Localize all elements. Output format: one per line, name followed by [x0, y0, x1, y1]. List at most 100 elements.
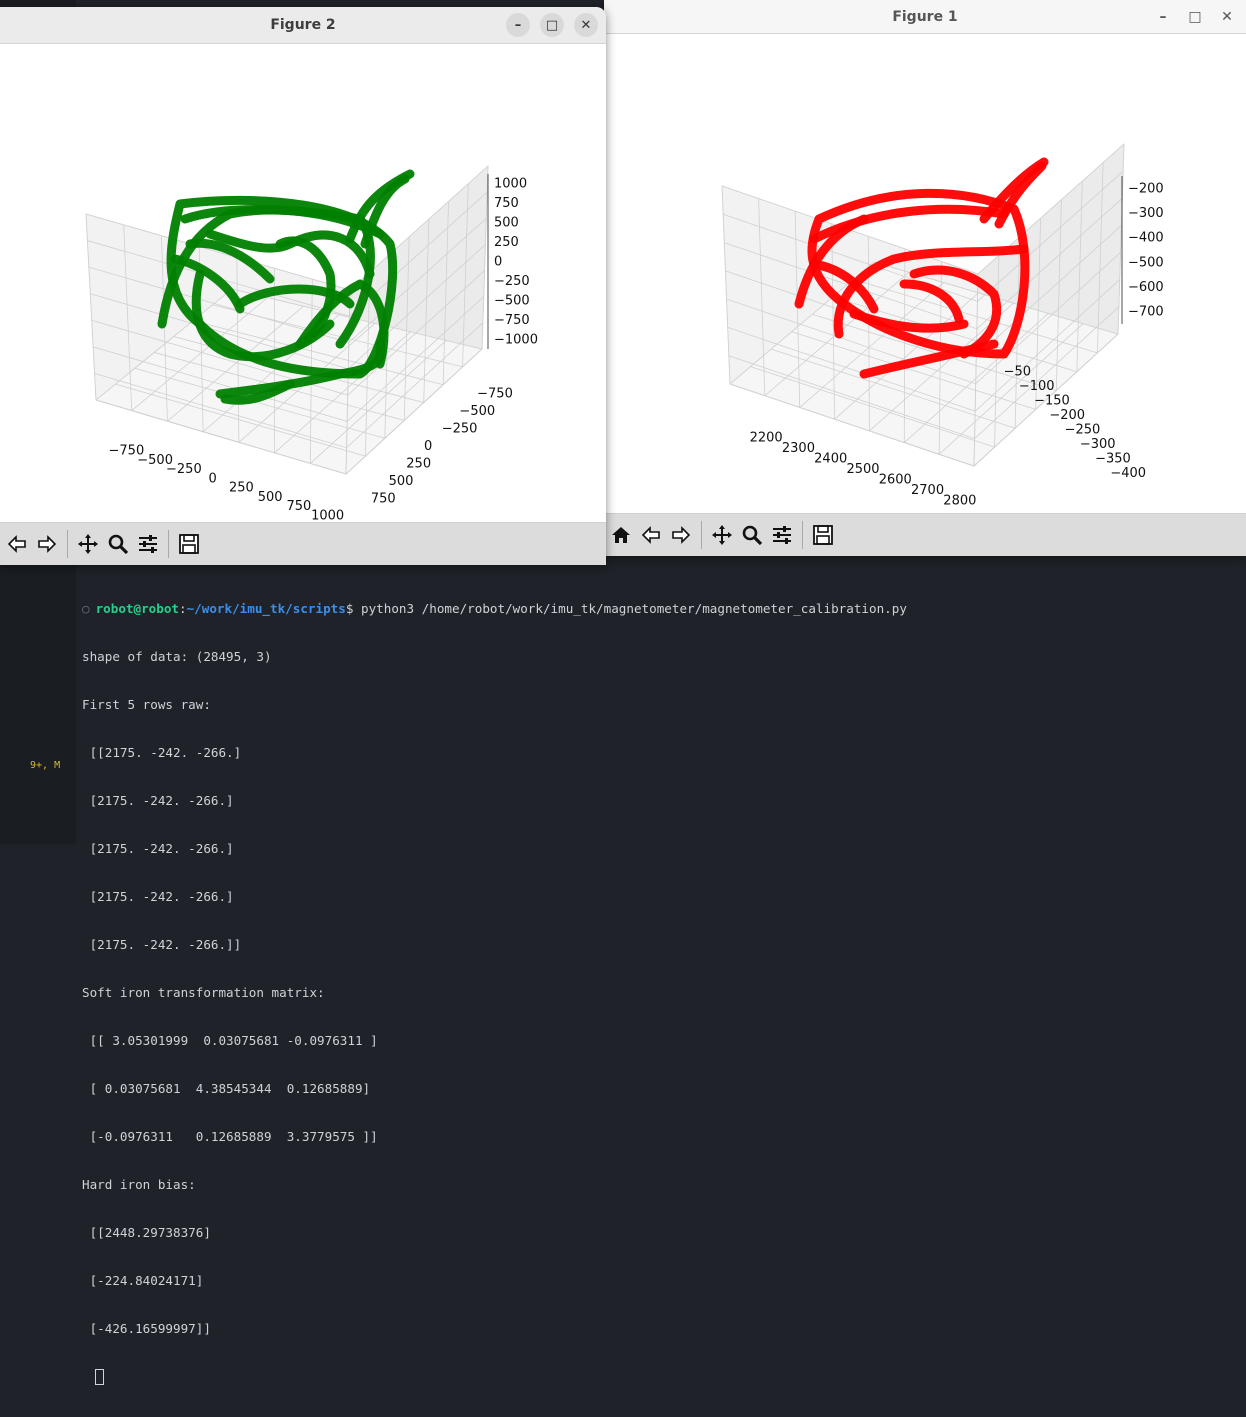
y-tick-label: −350: [1095, 451, 1131, 466]
back-arrow-icon[interactable]: [4, 531, 30, 557]
terminal-line: [2175. -242. -266.]: [82, 889, 234, 904]
x-tick-label: 2600: [879, 473, 912, 488]
z-tick-label: −1000: [494, 332, 538, 347]
toolbar-separator: [701, 521, 702, 549]
terminal-line: [[ 3.05301999 0.03075681 -0.0976311 ]: [82, 1033, 378, 1048]
prompt-path: ~/work/imu_tk/scripts: [186, 601, 346, 616]
terminal-prompt-line: ○ robot@robot:~/work/imu_tk/scripts$ pyth…: [82, 601, 907, 616]
y-tick-label: −100: [1019, 379, 1055, 394]
toolbar-separator: [168, 530, 169, 558]
terminal-line: [[2175. -242. -266.]: [82, 745, 242, 760]
maximize-button[interactable]: □: [540, 13, 564, 37]
terminal-line: [2175. -242. -266.]: [82, 841, 234, 856]
y-tick-label: −400: [1110, 466, 1146, 481]
terminal-line: [ 0.03075681 4.38545344 0.12685889]: [82, 1081, 371, 1096]
zoom-icon[interactable]: [739, 522, 765, 548]
x-tick-label: 250: [229, 481, 254, 496]
forward-arrow-icon[interactable]: [668, 522, 694, 548]
prompt-command: python3 /home/robot/work/imu_tk/magnetom…: [353, 601, 907, 616]
z-tick-label: −250: [494, 274, 530, 289]
window-title: Figure 1: [892, 8, 958, 25]
forward-arrow-icon[interactable]: [34, 531, 60, 557]
terminal-line: shape of data: (28495, 3): [82, 649, 272, 664]
toolbar-separator: [802, 521, 803, 549]
figure-2-titlebar[interactable]: Figure 2 – □ ✕: [0, 7, 606, 44]
zoom-icon[interactable]: [105, 531, 131, 557]
y-tick-label: 250: [406, 456, 431, 471]
y-tick-label: 750: [371, 491, 396, 506]
figure-1-canvas[interactable]: 2200 2300 2400 2500 2600 2700 2800 −50 −100 −150−…: [604, 34, 1246, 514]
pan-icon[interactable]: [709, 522, 735, 548]
terminal-cursor-line[interactable]: [82, 1369, 1232, 1385]
z-tick-label: 500: [494, 216, 519, 231]
close-button[interactable]: ✕: [1216, 5, 1238, 29]
z-tick-label: −200: [1128, 181, 1164, 196]
terminal-line: [2175. -242. -266.]: [82, 793, 234, 808]
figure-2-toolbar: [0, 522, 606, 565]
z-tick-label: −500: [1128, 255, 1164, 270]
terminal-output: ○ robot@robot:~/work/imu_tk/scripts$ pyth…: [82, 569, 1232, 1417]
y-tick-label: −250: [1065, 422, 1101, 437]
terminal-line: First 5 rows raw:: [82, 697, 211, 712]
y-tick-label: −150: [1034, 393, 1070, 408]
x-tick-label: 2700: [911, 483, 944, 498]
figure-2-3d-axes: −750−500−250025050075010007505002500−250…: [85, 164, 538, 523]
close-button[interactable]: ✕: [574, 13, 598, 37]
z-tick-label: 750: [494, 196, 519, 211]
x-tick-label: 2800: [943, 494, 976, 509]
prompt-user: robot@robot: [95, 601, 179, 616]
y-tick-label: −500: [459, 404, 495, 419]
figure-1-window[interactable]: Figure 1 – □ ✕ 2200 2300 2400 2500 2600 2700 2…: [604, 0, 1246, 556]
terminal-line: [-224.84024171]: [82, 1273, 204, 1288]
pan-icon[interactable]: [75, 531, 101, 557]
prompt-circle-icon: ○: [82, 601, 90, 616]
terminal-line: Hard iron bias:: [82, 1177, 196, 1192]
z-tick-label: −400: [1128, 231, 1164, 246]
z-tick-label: −500: [494, 293, 530, 308]
minimize-button[interactable]: –: [1152, 5, 1174, 29]
y-tick-label: −300: [1080, 437, 1116, 452]
z-tick-label: 1000: [494, 177, 527, 192]
terminal-cursor: [95, 1369, 104, 1385]
maximize-button[interactable]: □: [1184, 5, 1206, 29]
terminal-line: [[2448.29738376]: [82, 1225, 211, 1240]
terminal-line: [2175. -242. -266.]]: [82, 937, 242, 952]
figure-2-canvas[interactable]: −750 −500 −250 0 250 500 750 1000 750 500 250 0 −250…: [0, 44, 606, 524]
x-tick-label: −250: [166, 462, 202, 477]
home-icon[interactable]: [608, 522, 634, 548]
minimize-button[interactable]: –: [506, 13, 530, 37]
x-tick-label: 2300: [782, 441, 815, 456]
x-tick-label: 2400: [814, 451, 847, 466]
z-tick-label: −750: [494, 313, 530, 328]
figure-1-3d-axes: 2200230024002500260027002800−50−100−150−…: [721, 142, 1164, 509]
x-tick-label: 0: [208, 471, 216, 486]
terminal-line: [-426.16599997]]: [82, 1321, 211, 1336]
z-tick-label: 0: [494, 255, 502, 270]
configure-subplots-icon[interactable]: [769, 522, 795, 548]
x-tick-label: 2200: [750, 430, 783, 445]
terminal-line: Soft iron transformation matrix:: [82, 985, 325, 1000]
y-tick-label: 500: [389, 474, 414, 489]
x-tick-label: 500: [258, 490, 283, 505]
figure-1-titlebar[interactable]: Figure 1 – □ ✕: [604, 0, 1246, 34]
window-title: Figure 2: [270, 17, 336, 33]
z-tick-label: −700: [1128, 305, 1164, 320]
z-tick-label: −600: [1128, 280, 1164, 295]
x-tick-label: 750: [286, 499, 311, 514]
toolbar-separator: [67, 530, 68, 558]
y-tick-label: −250: [442, 422, 478, 437]
y-tick-label: −50: [1004, 364, 1031, 379]
problems-badge[interactable]: 9+, M: [30, 760, 60, 771]
figure-2-window[interactable]: Figure 2 – □ ✕ −750 −500 −250 0 250 500 750 100…: [0, 7, 606, 565]
configure-subplots-icon[interactable]: [135, 531, 161, 557]
figure-1-toolbar: [604, 513, 1246, 556]
y-tick-label: −750: [477, 387, 513, 402]
y-tick-label: −200: [1049, 408, 1085, 423]
back-arrow-icon[interactable]: [638, 522, 664, 548]
x-tick-label: 2500: [846, 462, 879, 477]
save-icon[interactable]: [176, 531, 202, 557]
z-tick-label: −300: [1128, 206, 1164, 221]
z-tick-label: 250: [494, 235, 519, 250]
save-icon[interactable]: [810, 522, 836, 548]
terminal-line: [-0.0976311 0.12685889 3.3779575 ]]: [82, 1129, 378, 1144]
